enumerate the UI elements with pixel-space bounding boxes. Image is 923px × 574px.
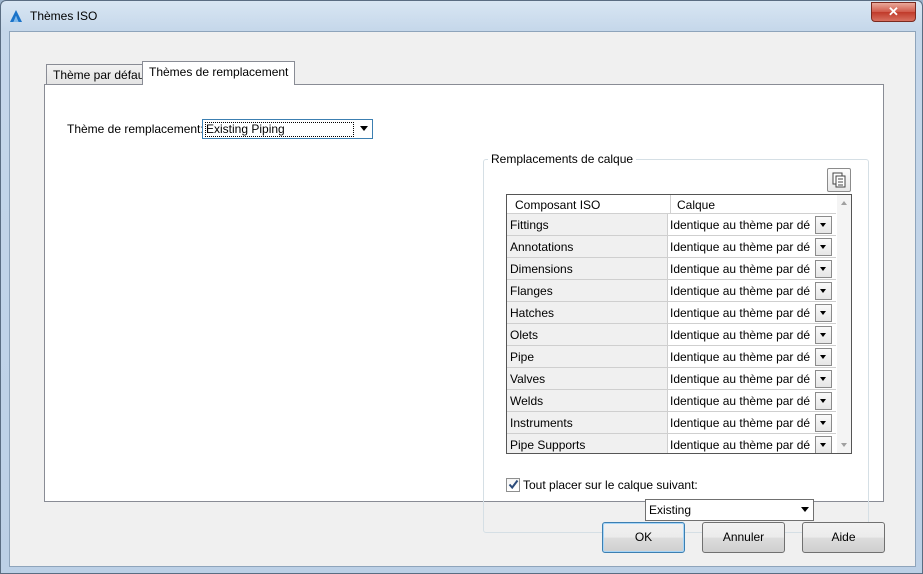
grid-header: Composant ISO Calque xyxy=(507,195,836,214)
checkmark-icon xyxy=(508,479,519,490)
chevron-down-icon xyxy=(820,267,826,271)
chevron-down-icon xyxy=(820,355,826,359)
cancel-button[interactable]: Annuler xyxy=(702,522,785,553)
row-layer-dropdown-button[interactable] xyxy=(815,282,832,300)
table-row: Fittings Identique au thème par déf... xyxy=(507,214,836,236)
row-layer-dropdown-button[interactable] xyxy=(815,238,832,256)
target-layer-value: Existing xyxy=(649,503,692,517)
row-layer-value[interactable]: Identique au thème par déf... xyxy=(670,218,810,232)
help-button[interactable]: Aide xyxy=(802,522,885,553)
row-component-label: Annotations xyxy=(510,240,574,254)
scroll-up-arrow-icon[interactable] xyxy=(841,201,847,205)
layer-manager-button[interactable] xyxy=(827,168,851,192)
column-header-iso-component: Composant ISO xyxy=(515,198,601,212)
tab-replacement-themes[interactable]: Thèmes de remplacement xyxy=(142,61,296,85)
place-all-label: Tout placer sur le calque suivant: xyxy=(523,478,698,492)
chevron-down-icon xyxy=(820,399,826,403)
row-component-cell: Welds xyxy=(507,390,668,411)
row-component-cell: Valves xyxy=(507,368,668,389)
row-layer-value[interactable]: Identique au thème par déf... xyxy=(670,262,810,276)
scroll-down-arrow-icon[interactable] xyxy=(841,443,847,447)
row-layer-value[interactable]: Identique au thème par déf... xyxy=(670,328,810,342)
row-component-cell: Pipe xyxy=(507,346,668,367)
dialog-client-area: Thème par défaut Thèmes de remplacement … xyxy=(9,31,916,567)
row-component-label: Pipe Supports xyxy=(510,438,586,452)
tab-panel-replacement-themes: Thème de remplacement: Existing Piping R… xyxy=(44,84,884,533)
table-row: Welds Identique au thème par déf... xyxy=(507,390,836,412)
chevron-down-icon xyxy=(820,245,826,249)
row-layer-value[interactable]: Identique au thème par déf... xyxy=(670,284,810,298)
chevron-down-icon xyxy=(820,421,826,425)
title-bar[interactable]: Thèmes ISO ✕ xyxy=(1,1,922,31)
table-row: Instruments Identique au thème par déf..… xyxy=(507,412,836,434)
row-component-cell: Olets xyxy=(507,324,668,345)
row-layer-dropdown-button[interactable] xyxy=(815,414,832,432)
row-layer-dropdown-button[interactable] xyxy=(815,216,832,234)
table-row: Annotations Identique au thème par déf..… xyxy=(507,236,836,258)
row-component-label: Welds xyxy=(510,394,544,408)
grid-vertical-scrollbar[interactable] xyxy=(837,195,851,453)
close-button[interactable]: ✕ xyxy=(871,2,916,22)
chevron-down-icon xyxy=(820,289,826,293)
row-layer-value[interactable]: Identique au thème par déf... xyxy=(670,240,810,254)
chevron-down-icon xyxy=(820,223,826,227)
chevron-down-icon xyxy=(801,507,809,512)
chevron-down-icon xyxy=(360,126,368,131)
row-component-label: Olets xyxy=(510,328,539,342)
chevron-down-icon xyxy=(820,377,826,381)
table-row: Hatches Identique au thème par déf... xyxy=(507,302,836,324)
row-layer-value[interactable]: Identique au thème par déf... xyxy=(670,350,810,364)
place-all-checkbox[interactable] xyxy=(506,478,520,492)
row-layer-dropdown-button[interactable] xyxy=(815,348,832,366)
ok-button[interactable]: OK xyxy=(602,522,685,553)
row-layer-dropdown-button[interactable] xyxy=(815,326,832,344)
layer-overrides-grid: Composant ISO Calque Fittings Identique … xyxy=(506,194,852,454)
table-row: Pipe Supports Identique au thème par déf… xyxy=(507,434,836,453)
chevron-down-icon xyxy=(820,311,826,315)
replacement-theme-value: Existing Piping xyxy=(206,122,285,136)
window-title: Thèmes ISO xyxy=(30,9,98,23)
row-component-label: Fittings xyxy=(510,218,549,232)
row-layer-dropdown-button[interactable] xyxy=(815,392,832,410)
row-component-cell: Pipe Supports xyxy=(507,434,668,453)
layer-replacements-group: Remplacements de calque Composant ISO Ca… xyxy=(483,152,869,533)
row-layer-value[interactable]: Identique au thème par déf... xyxy=(670,416,810,430)
table-row: Flanges Identique au thème par déf... xyxy=(507,280,836,302)
row-layer-value[interactable]: Identique au thème par déf... xyxy=(670,394,810,408)
column-header-layer: Calque xyxy=(677,198,716,212)
chevron-down-icon xyxy=(820,333,826,337)
row-component-cell: Flanges xyxy=(507,280,668,301)
layer-properties-icon xyxy=(832,172,846,188)
table-row: Olets Identique au thème par déf... xyxy=(507,324,836,346)
table-row: Valves Identique au thème par déf... xyxy=(507,368,836,390)
row-component-label: Dimensions xyxy=(510,262,573,276)
row-component-label: Flanges xyxy=(510,284,553,298)
replacement-theme-label: Thème de remplacement: xyxy=(67,122,204,136)
table-row: Dimensions Identique au thème par déf... xyxy=(507,258,836,280)
row-component-label: Hatches xyxy=(510,306,555,320)
row-layer-value[interactable]: Identique au thème par déf... xyxy=(670,306,810,320)
row-component-label: Instruments xyxy=(510,416,573,430)
row-layer-dropdown-button[interactable] xyxy=(815,370,832,388)
chevron-down-icon xyxy=(820,443,826,447)
row-component-cell: Instruments xyxy=(507,412,668,433)
row-layer-value[interactable]: Identique au thème par déf... xyxy=(670,438,810,452)
target-layer-select[interactable]: Existing xyxy=(645,499,814,521)
table-row: Pipe Identique au thème par déf... xyxy=(507,346,836,368)
row-component-cell: Hatches xyxy=(507,302,668,323)
row-component-label: Pipe xyxy=(510,350,535,364)
row-layer-value[interactable]: Identique au thème par déf... xyxy=(670,372,810,386)
row-layer-dropdown-button[interactable] xyxy=(815,304,832,322)
dialog-window: Thèmes ISO ✕ Thème par défaut Thèmes de … xyxy=(0,0,923,574)
row-component-label: Valves xyxy=(510,372,546,386)
row-component-cell: Annotations xyxy=(507,236,668,257)
tab-default-theme[interactable]: Thème par défaut xyxy=(46,64,155,85)
row-layer-dropdown-button[interactable] xyxy=(815,260,832,278)
replacement-theme-select[interactable]: Existing Piping xyxy=(202,119,373,139)
row-component-cell: Fittings xyxy=(507,214,668,235)
row-component-cell: Dimensions xyxy=(507,258,668,279)
app-logo-icon xyxy=(10,10,22,22)
row-layer-dropdown-button[interactable] xyxy=(815,436,832,453)
layer-replacements-title: Remplacements de calque xyxy=(488,152,637,166)
